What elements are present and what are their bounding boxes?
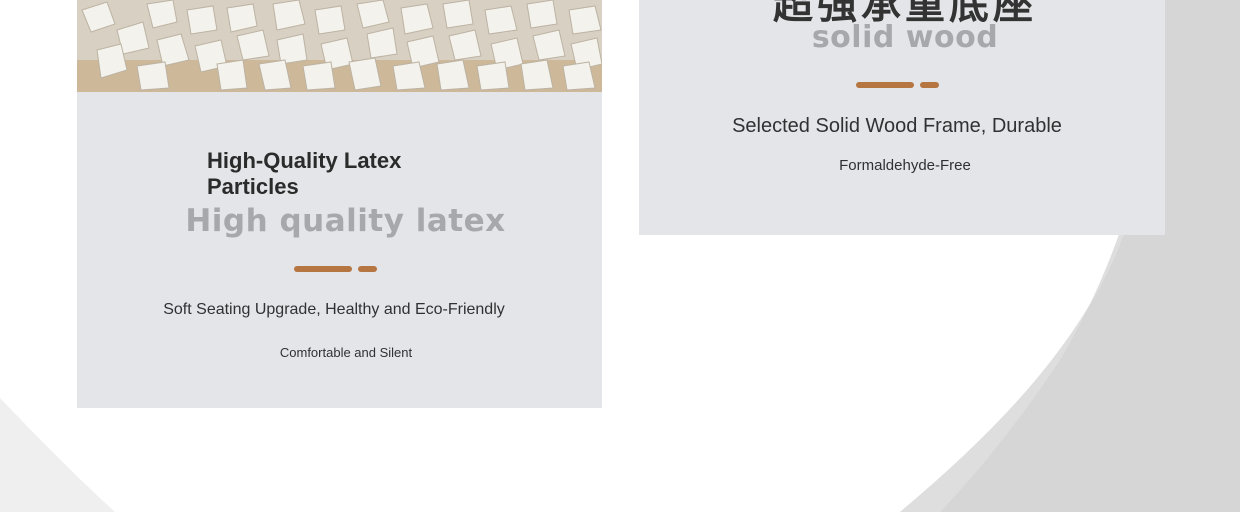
latex-card-title-line1: High-Quality Latex bbox=[207, 148, 402, 173]
latex-card-english-title: High quality latex bbox=[185, 203, 506, 239]
latex-card-subtitle: Soft Seating Upgrade, Healthy and Eco-Fr… bbox=[163, 301, 505, 318]
wood-card-detail: Formaldehyde-Free bbox=[839, 157, 971, 174]
accent-dash-long bbox=[294, 266, 352, 272]
latex-card-title-line2: Particles bbox=[207, 174, 299, 199]
latex-feature-card: High-Quality Latex Particles High qualit… bbox=[77, 0, 602, 408]
accent-dash-long bbox=[856, 82, 914, 88]
latex-particles-image bbox=[77, 0, 602, 92]
latex-card-detail: Comfortable and Silent bbox=[279, 345, 413, 360]
accent-dash-short bbox=[358, 266, 377, 272]
accent-dash-short bbox=[920, 82, 939, 88]
wood-card-english-title: solid wood bbox=[811, 20, 999, 55]
solid-wood-feature-card: 超强承重底座 solid wood Selected Solid Wood Fr… bbox=[639, 0, 1165, 235]
latex-particles-illustration bbox=[77, 0, 602, 92]
latex-card-title: High-Quality Latex Particles bbox=[207, 148, 487, 200]
wood-card-subtitle: Selected Solid Wood Frame, Durable bbox=[732, 115, 1062, 137]
